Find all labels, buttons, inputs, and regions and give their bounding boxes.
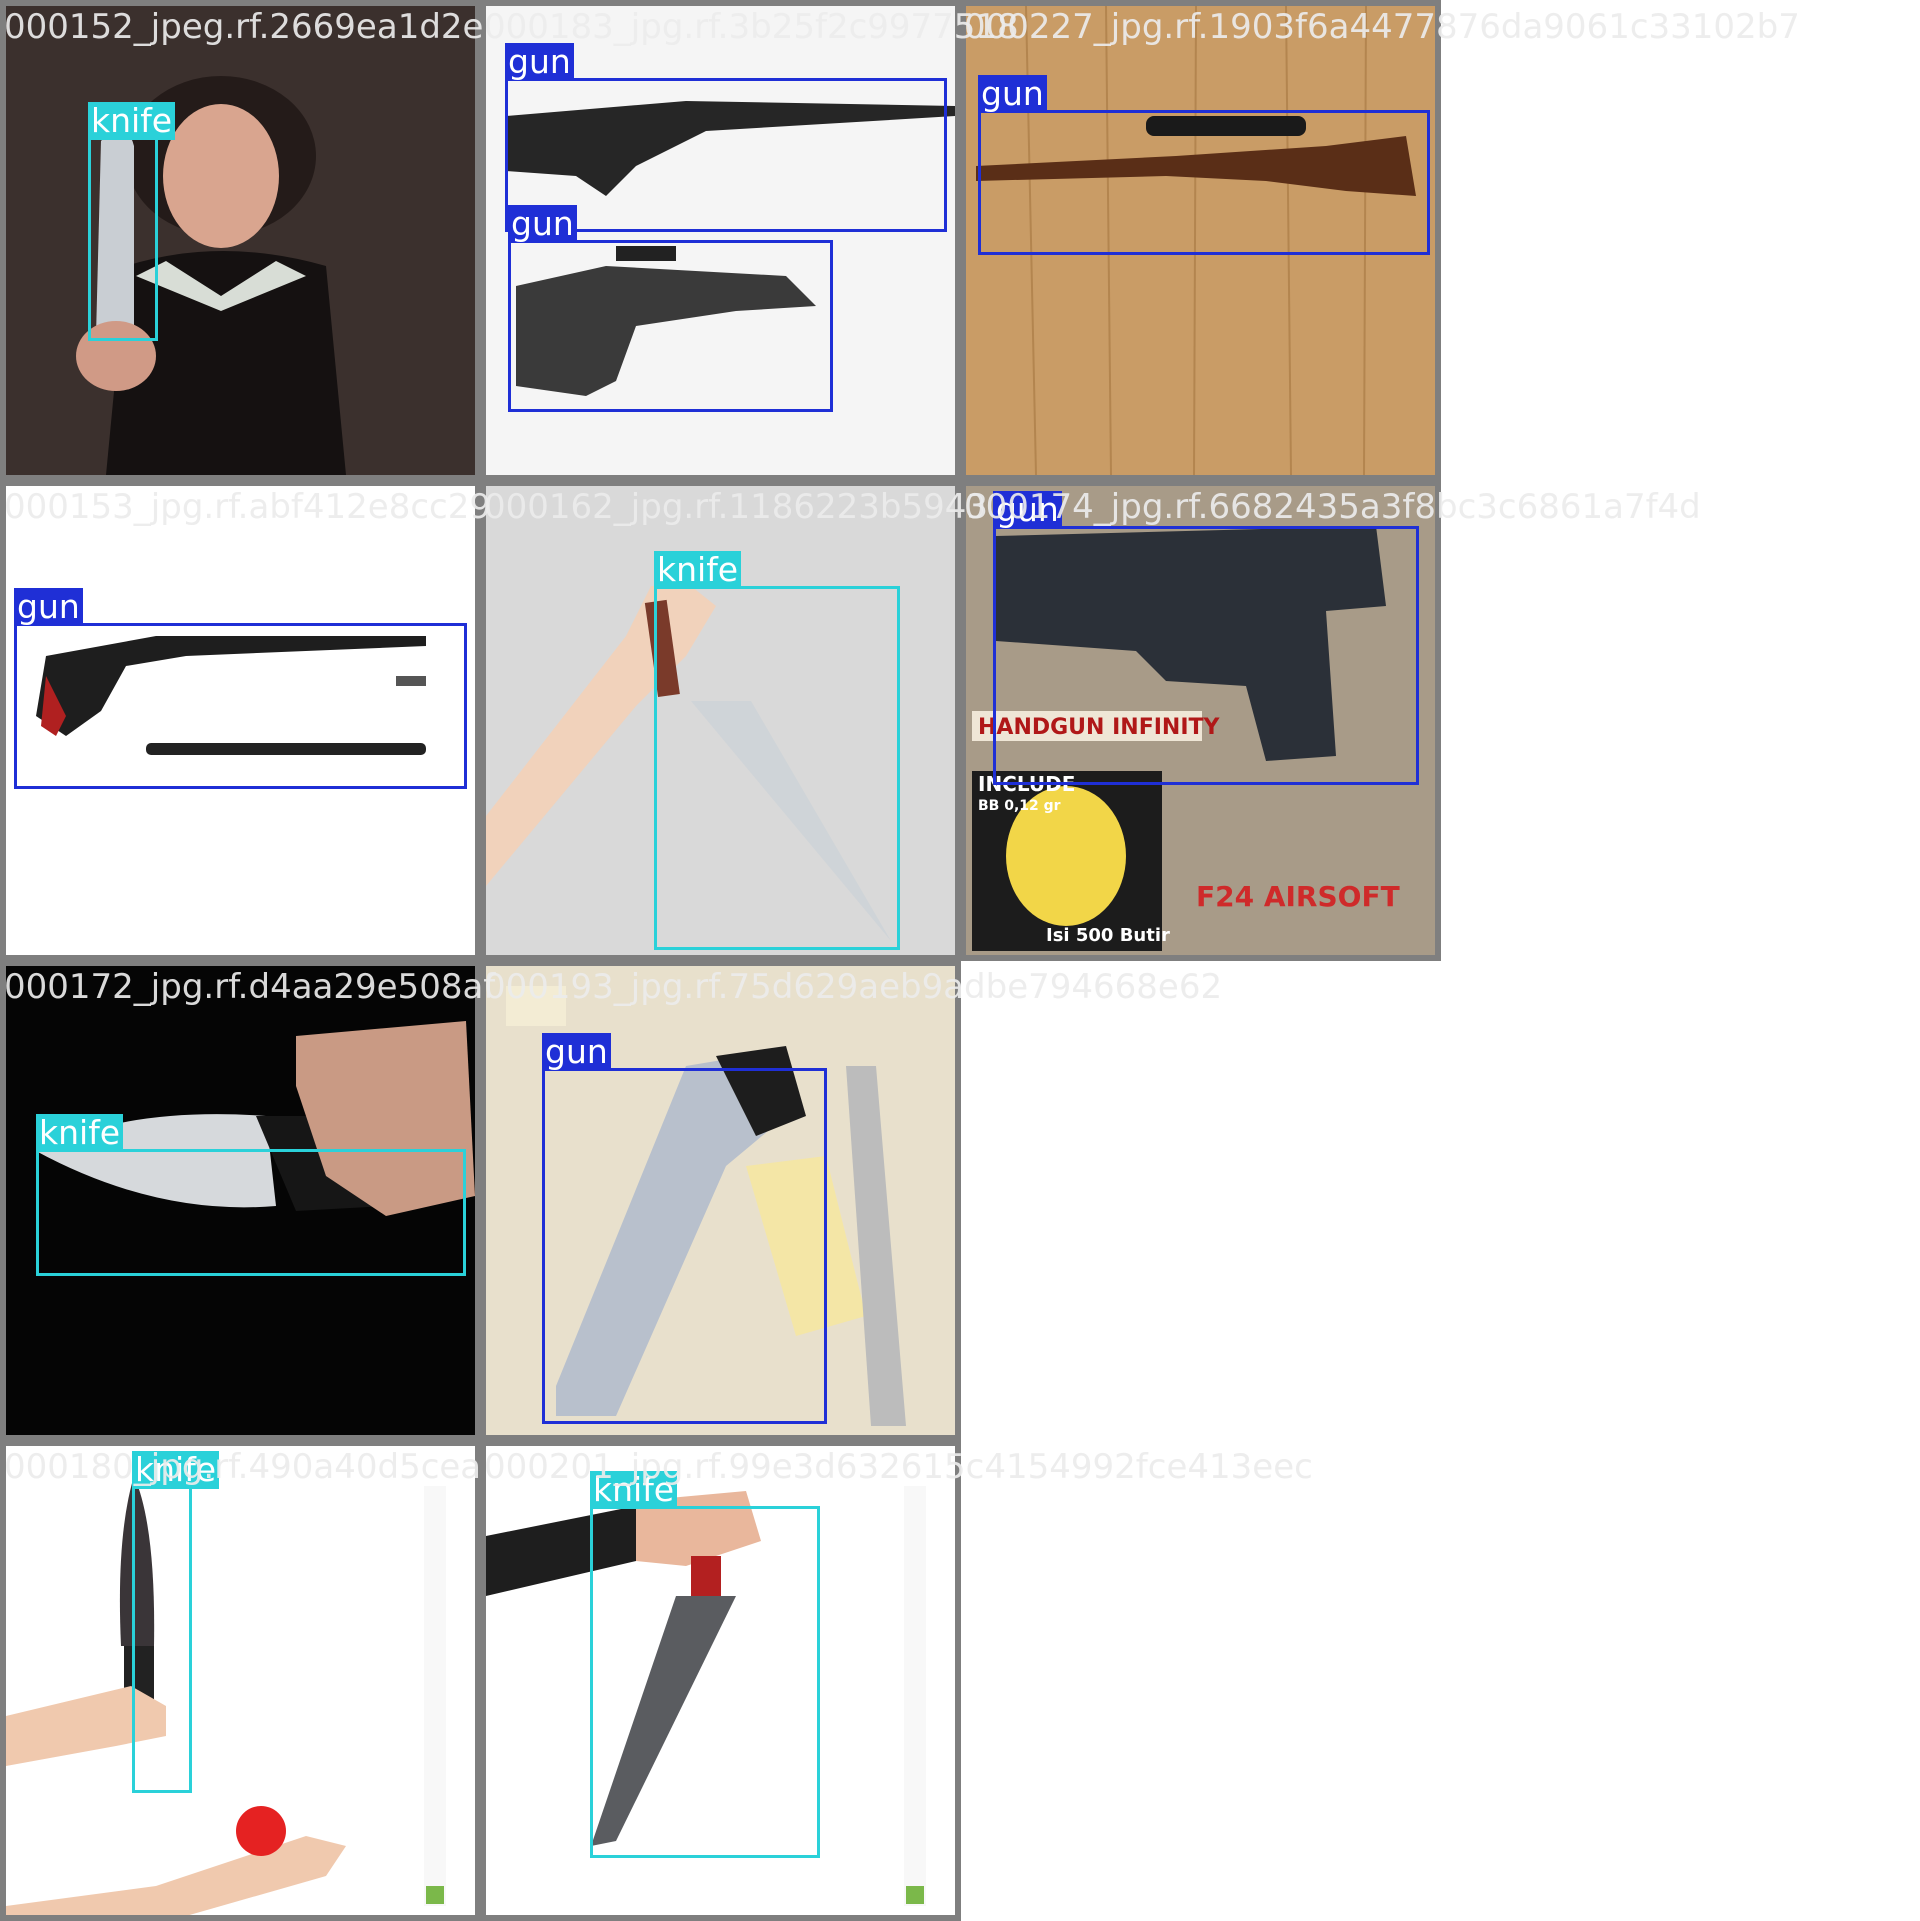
- gun-bounding-box: gun: [978, 75, 1430, 255]
- knife-box-label: knife: [590, 1471, 678, 1509]
- image-tile: knife: [0, 1440, 481, 1921]
- gun-box-label: gun: [978, 75, 1047, 113]
- knife-box-label: knife: [132, 1451, 220, 1489]
- image-tile: gun: [0, 480, 481, 961]
- gun-box-label: gun: [14, 588, 83, 626]
- knife-bounding-box: knife: [590, 1471, 820, 1858]
- knife-box-label: knife: [654, 551, 742, 589]
- svg-text:Isi 500 Butir: Isi 500 Butir: [1046, 925, 1170, 946]
- detection-grid: knife gun gun gun gun knife HANDGUN INFI…: [0, 0, 1920, 1921]
- image-tile: knife: [480, 480, 961, 961]
- gun-bounding-box: gun: [542, 1033, 827, 1424]
- knife-box-label: knife: [88, 102, 176, 140]
- photo-knife-and-tomato: [6, 1446, 475, 1915]
- gun-bounding-box: gun: [14, 588, 467, 789]
- svg-text:BB 0,12 gr: BB 0,12 gr: [978, 798, 1061, 814]
- image-tile: gun gun: [480, 0, 961, 481]
- knife-bounding-box: knife: [654, 551, 900, 950]
- knife-bounding-box: knife: [36, 1114, 466, 1276]
- image-tile: knife: [0, 960, 481, 1441]
- gun-bounding-box: gun: [508, 205, 833, 412]
- gun-box-label: gun: [542, 1033, 611, 1071]
- knife-bounding-box: knife: [132, 1451, 220, 1793]
- gun-box-label: gun: [993, 491, 1062, 529]
- image-tile: HANDGUN INFINITY INCLUDE BB 0,12 gr Isi …: [960, 480, 1441, 961]
- gun-box-label: gun: [505, 43, 574, 81]
- image-tile: knife: [480, 1440, 961, 1921]
- knife-bounding-box: knife: [88, 102, 176, 341]
- image-tile: gun: [960, 0, 1441, 481]
- knife-box-label: knife: [36, 1114, 124, 1152]
- photo-woman-holding-knife: [6, 6, 475, 475]
- gun-box-label: gun: [508, 205, 577, 243]
- image-tile: gun: [480, 960, 961, 1441]
- gun-bounding-box: gun: [993, 491, 1419, 785]
- svg-text:F24 AIRSOFT: F24 AIRSOFT: [1196, 880, 1400, 913]
- image-tile: knife: [0, 0, 481, 481]
